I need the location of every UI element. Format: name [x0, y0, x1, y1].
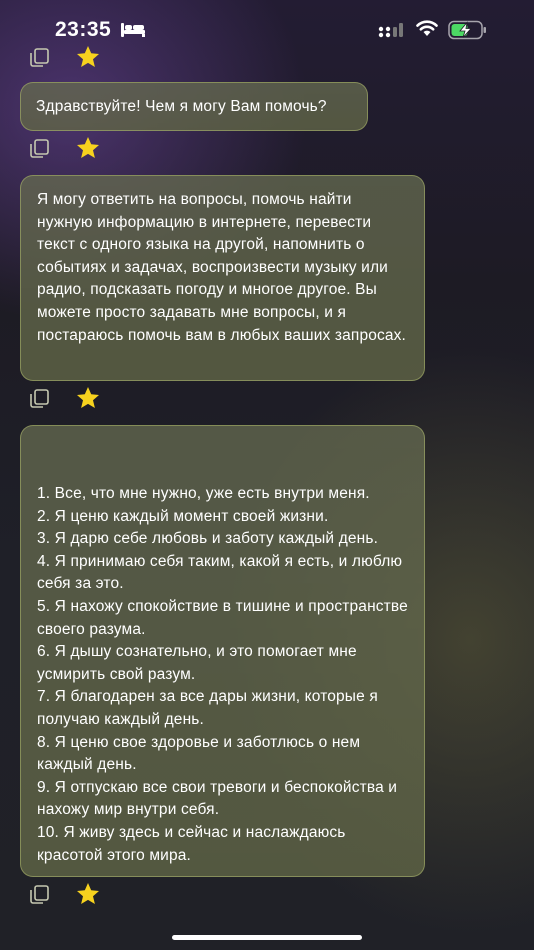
- message-actions: [28, 881, 118, 907]
- copy-icon[interactable]: [28, 46, 50, 68]
- list-item: 5. Я нахожу спокойствие в тишине и прост…: [37, 597, 408, 638]
- list-item: 6. Я дышу сознательно, и это помогает мн…: [37, 643, 357, 683]
- chat-message-bubble: 1. Все, что мне нужно, уже есть внутри м…: [20, 425, 425, 877]
- list-item: 7. Я благодарен за все дары жизни, котор…: [37, 688, 378, 728]
- message-actions: [28, 385, 118, 411]
- wifi-icon: [416, 20, 438, 36]
- list-item: 9. Я отпускаю все свои тревоги и беспоко…: [37, 778, 398, 819]
- battery-charging-icon: [448, 20, 486, 40]
- star-icon[interactable]: [75, 385, 101, 411]
- status-time: 23:35: [55, 18, 112, 41]
- home-indicator[interactable]: [172, 935, 362, 940]
- list-item: 1. Все, что мне нужно, уже есть внутри м…: [37, 485, 370, 502]
- list-item: 8. Я ценю свое здоровье и заботлюсь о не…: [37, 733, 361, 774]
- message-actions-prev: [28, 44, 118, 70]
- star-icon[interactable]: [75, 881, 101, 907]
- copy-icon[interactable]: [28, 387, 50, 409]
- list-item: 3. Я дарю себе любовь и заботу каждый де…: [37, 530, 379, 548]
- chat-message-bubble: Здравствуйте! Чем я могу Вам помочь?: [20, 82, 368, 131]
- list-item: 10. Я живу здесь и сейчас и наслаждаюсь …: [37, 823, 346, 864]
- copy-icon[interactable]: [28, 137, 50, 159]
- chat-message-bubble: Я могу ответить на вопросы, помочь найти…: [20, 175, 425, 381]
- message-text: Здравствуйте! Чем я могу Вам помочь?: [36, 98, 327, 115]
- message-text: Я могу ответить на вопросы, помочь найти…: [37, 191, 407, 344]
- cellular-signal-icon: [378, 23, 403, 38]
- bed-icon: [121, 23, 145, 37]
- star-icon[interactable]: [75, 44, 101, 70]
- list-item: 4. Я принимаю себя таким, какой я есть, …: [37, 552, 403, 593]
- copy-icon[interactable]: [28, 883, 50, 905]
- affirmations-list: 1. Все, что мне нужно, уже есть внутри м…: [37, 483, 409, 867]
- star-icon[interactable]: [75, 135, 101, 161]
- list-item: 2. Я ценю каждый момент своей жизни.: [37, 507, 329, 525]
- message-actions: [28, 135, 118, 161]
